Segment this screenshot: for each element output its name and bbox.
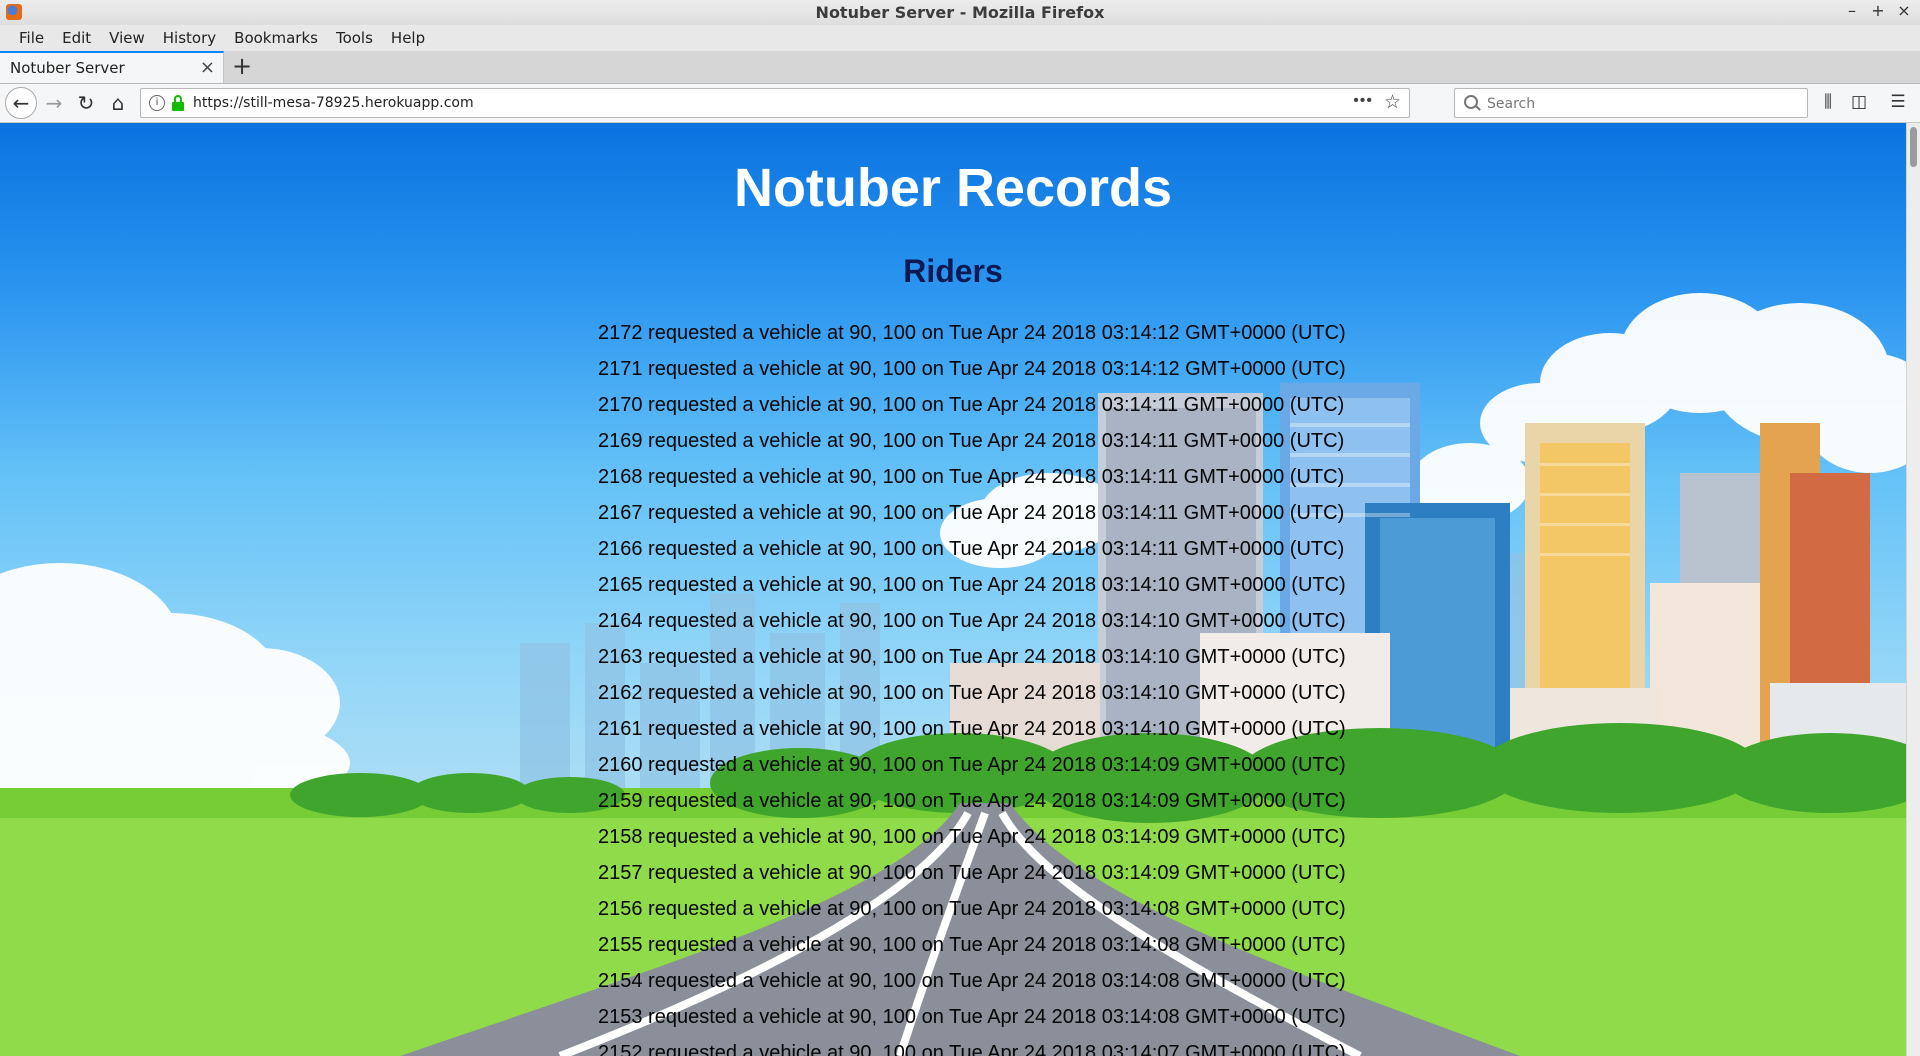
close-tab-icon[interactable]: × <box>200 57 215 78</box>
sidebar-icon[interactable]: ◫ <box>1846 89 1872 115</box>
navigation-toolbar: ← → ↻ ⌂ i https://still-mesa-78925.herok… <box>0 84 1920 123</box>
list-item: 2172 requested a vehicle at 90, 100 on T… <box>598 322 1346 344</box>
minimize-button[interactable]: – <box>1844 2 1860 20</box>
page-title: Notuber Records <box>733 158 1173 218</box>
page-content: Notuber Records Riders 2172 requested a … <box>0 123 1906 1056</box>
list-item: 2165 requested a vehicle at 90, 100 on T… <box>598 574 1346 596</box>
page-actions-icon[interactable]: ••• <box>1353 92 1373 110</box>
list-item: 2153 requested a vehicle at 90, 100 on T… <box>598 1006 1346 1028</box>
library-icon[interactable]: ⫼ <box>1815 89 1841 115</box>
secure-lock-icon[interactable] <box>172 95 184 111</box>
list-item: 2152 requested a vehicle at 90, 100 on T… <box>598 1042 1346 1056</box>
list-item: 2156 requested a vehicle at 90, 100 on T… <box>598 898 1346 920</box>
list-item: 2158 requested a vehicle at 90, 100 on T… <box>598 826 1346 848</box>
list-item: 2160 requested a vehicle at 90, 100 on T… <box>598 754 1346 776</box>
list-item: 2163 requested a vehicle at 90, 100 on T… <box>598 646 1346 668</box>
menu-history[interactable]: History <box>154 27 225 49</box>
menu-bookmarks[interactable]: Bookmarks <box>225 27 327 49</box>
menu-bar: File Edit View History Bookmarks Tools H… <box>0 25 1920 51</box>
list-item: 2154 requested a vehicle at 90, 100 on T… <box>598 970 1346 992</box>
list-item: 2155 requested a vehicle at 90, 100 on T… <box>598 934 1346 956</box>
list-item: 2171 requested a vehicle at 90, 100 on T… <box>598 358 1346 380</box>
forward-button[interactable]: → <box>40 89 68 117</box>
url-bar[interactable]: i https://still-mesa-78925.herokuapp.com… <box>140 88 1410 118</box>
rider-records-list: 2172 requested a vehicle at 90, 100 on T… <box>598 315 1346 1056</box>
list-item: 2159 requested a vehicle at 90, 100 on T… <box>598 790 1346 812</box>
page-scrollbar[interactable] <box>1906 123 1920 1056</box>
tab-title: Notuber Server <box>10 59 125 77</box>
menu-file[interactable]: File <box>10 27 53 49</box>
maximize-button[interactable]: + <box>1870 2 1886 20</box>
list-item: 2161 requested a vehicle at 90, 100 on T… <box>598 718 1346 740</box>
menu-help[interactable]: Help <box>382 27 434 49</box>
search-icon <box>1464 95 1478 109</box>
reload-button[interactable]: ↻ <box>72 89 100 117</box>
list-item: 2168 requested a vehicle at 90, 100 on T… <box>598 466 1345 488</box>
list-item: 2167 requested a vehicle at 90, 100 on T… <box>598 502 1345 524</box>
list-item: 2166 requested a vehicle at 90, 100 on T… <box>598 538 1345 560</box>
home-button[interactable]: ⌂ <box>104 89 132 117</box>
list-item: 2169 requested a vehicle at 90, 100 on T… <box>598 430 1345 452</box>
window-title: Notuber Server - Mozilla Firefox <box>815 3 1105 22</box>
window-controls: – + × <box>1844 2 1912 20</box>
tab-notuber-server[interactable]: Notuber Server × <box>0 51 224 83</box>
hamburger-menu-icon[interactable]: ☰ <box>1885 89 1911 115</box>
menu-tools[interactable]: Tools <box>327 27 382 49</box>
section-title-riders: Riders <box>903 253 1003 289</box>
site-info-icon[interactable]: i <box>149 95 165 111</box>
back-button[interactable]: ← <box>5 87 37 119</box>
search-input[interactable] <box>1485 93 1789 115</box>
bookmark-star-icon[interactable]: ☆ <box>1384 91 1401 114</box>
scrollbar-thumb[interactable] <box>1910 127 1917 167</box>
list-item: 2170 requested a vehicle at 90, 100 on T… <box>598 394 1345 416</box>
menu-edit[interactable]: Edit <box>53 27 100 49</box>
new-tab-button[interactable]: + <box>232 52 252 80</box>
menu-view[interactable]: View <box>100 27 154 49</box>
list-item: 2157 requested a vehicle at 90, 100 on T… <box>598 862 1346 884</box>
search-bar[interactable] <box>1454 88 1808 118</box>
close-window-button[interactable]: × <box>1896 2 1912 20</box>
window-titlebar: Notuber Server - Mozilla Firefox – + × <box>0 0 1920 26</box>
list-item: 2164 requested a vehicle at 90, 100 on T… <box>598 610 1346 632</box>
list-item: 2162 requested a vehicle at 90, 100 on T… <box>598 682 1346 704</box>
url-text[interactable]: https://still-mesa-78925.herokuapp.com <box>193 95 474 111</box>
tab-strip: Notuber Server × + <box>0 51 1920 84</box>
